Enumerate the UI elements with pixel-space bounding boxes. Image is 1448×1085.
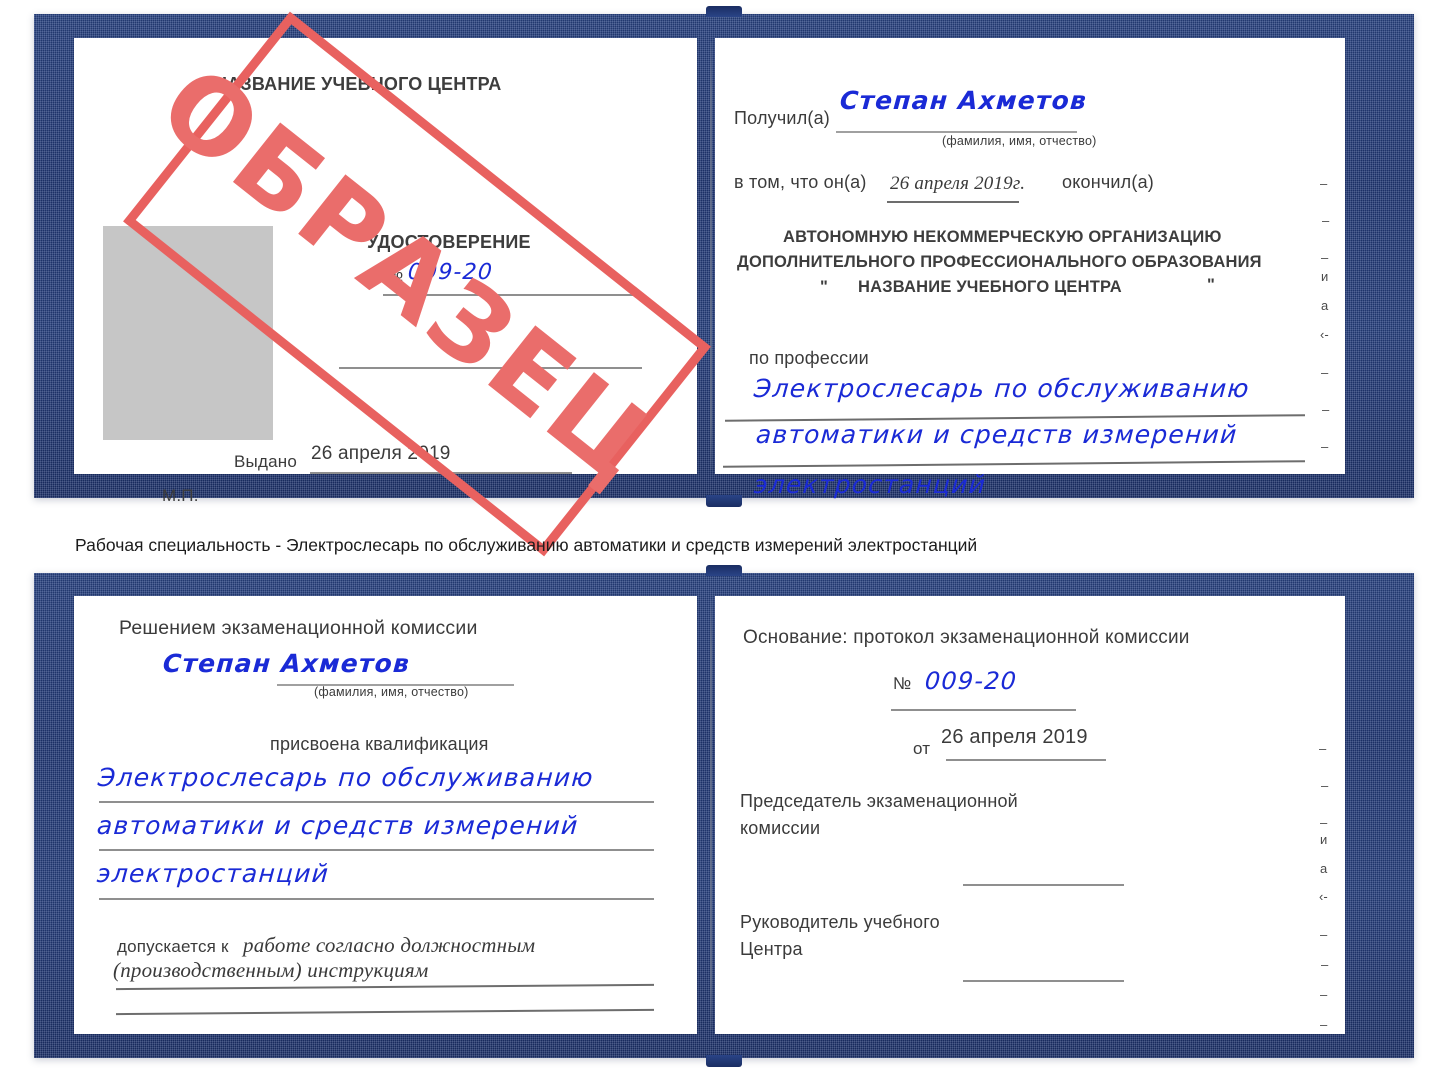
protocol-number-underline <box>891 709 1076 711</box>
edge-mark: – <box>1320 815 1328 830</box>
certificate-top-spine-line <box>710 42 712 470</box>
blank-line-middle <box>339 367 642 369</box>
photo-placeholder <box>103 226 273 440</box>
organization-quote-open: " <box>820 278 829 296</box>
number-underline <box>383 294 643 296</box>
received-name-value: Степан Ахметов <box>839 86 1089 115</box>
organization-quote-close: " <box>1207 276 1216 294</box>
protocol-number-value: 009-20 <box>924 667 1019 695</box>
edge-mark: – <box>1322 402 1330 417</box>
profession-underline-2 <box>723 460 1305 468</box>
organization-line-3: НАЗВАНИЕ УЧЕБНОГО ЦЕНТРА <box>858 278 1122 296</box>
spine-tab-bottom <box>706 565 742 576</box>
issued-underline <box>310 472 572 474</box>
graduate-name-hint: (фамилия, имя, отчество) <box>314 685 469 699</box>
profession-line-3: электростанций <box>753 470 988 499</box>
head-of-center-signature-line <box>963 980 1124 982</box>
certificate-bottom-right-page: Основание: протокол экзаменационной коми… <box>715 596 1345 1034</box>
edge-mark: – <box>1321 250 1329 265</box>
edge-mark: – <box>1321 778 1329 793</box>
head-of-center-line-1: Руководитель учебного <box>740 912 940 932</box>
protocol-date-label: от <box>913 739 931 758</box>
edge-mark: а <box>1320 861 1328 876</box>
qualification-underline-2 <box>99 849 654 851</box>
issued-date-value: 26 апреля 2019 <box>311 443 451 464</box>
that-he-she-label: в том, что он(а) <box>734 172 867 192</box>
received-label: Получил(а) <box>734 108 830 128</box>
document-type-label: УДОСТОВЕРЕНИЕ <box>367 232 531 252</box>
completion-date-value: 26 апреля 2019г. <box>890 173 1026 194</box>
qualification-underline-3 <box>99 898 654 900</box>
admitted-underline-2 <box>116 1008 654 1015</box>
qualification-label: присвоена квалификация <box>270 734 489 754</box>
certificate-top-right-page: Получил(а) Степан Ахметов (фамилия, имя,… <box>715 38 1345 499</box>
edge-mark: и <box>1321 269 1329 284</box>
qualification-line-2: автоматики и средств измерений <box>96 811 580 840</box>
edge-mark: и <box>1320 832 1328 847</box>
spine-tab-top <box>706 6 742 17</box>
edge-mark: – <box>1321 439 1329 454</box>
edge-mark: – <box>1321 365 1329 380</box>
profession-line-1: Электрослесарь по обслуживанию <box>753 374 1251 403</box>
basis-protocol-label: Основание: протокол экзаменационной коми… <box>743 627 1190 648</box>
chairman-line-1: Председатель экзаменационной <box>740 791 1018 811</box>
protocol-date-underline <box>946 759 1106 761</box>
certificate-bottom-spine-line <box>710 600 712 1030</box>
admitted-underline-1 <box>116 983 654 990</box>
issued-label: Выдано <box>234 452 297 471</box>
edge-mark: ‹- <box>1320 327 1329 342</box>
edge-mark: – <box>1322 213 1330 228</box>
edge-mark: ‹- <box>1319 889 1328 904</box>
graduate-name-value: Степан Ахметов <box>162 649 412 678</box>
image-caption: Рабочая специальность - Электрослесарь п… <box>75 535 978 555</box>
head-of-center-line-2: Центра <box>740 939 803 959</box>
edge-mark: – <box>1320 987 1328 1002</box>
profession-label: по профессии <box>749 348 869 368</box>
name-hint: (фамилия, имя, отчество) <box>942 134 1097 148</box>
certificate-top-left-page: НАЗВАНИЕ УЧЕБНОГО ЦЕНТРА УДОСТОВЕРЕНИЕ №… <box>74 38 697 505</box>
edge-mark: – <box>1319 741 1327 756</box>
edge-mark: – <box>1320 176 1328 191</box>
completion-date-underline <box>887 201 1019 203</box>
certificate-number-value: 009-20 <box>407 260 494 285</box>
edge-mark: – <box>1320 1017 1328 1032</box>
qualification-line-3: электростанций <box>96 859 331 888</box>
edge-mark: – <box>1320 927 1328 942</box>
certificate-bottom-left-page: Решением экзаменационной комиссии Степан… <box>74 596 697 1034</box>
protocol-number-symbol: № <box>893 674 912 693</box>
profession-line-2: автоматики и средств измерений <box>755 420 1239 449</box>
received-underline <box>836 131 1077 133</box>
edge-mark: – <box>1321 957 1329 972</box>
organization-line-1: АВТОНОМНУЮ НЕКОММЕРЧЕСКУЮ ОРГАНИЗАЦИЮ <box>783 228 1222 246</box>
qualification-underline-1 <box>99 801 654 803</box>
admitted-value-line-1: работе согласно должностным <box>243 933 536 957</box>
finished-label: окончил(а) <box>1062 172 1154 192</box>
organization-line-2: ДОПОЛНИТЕЛЬНОГО ПРОФЕССИОНАЛЬНОГО ОБРАЗО… <box>737 253 1262 271</box>
qualification-line-1: Электрослесарь по обслуживанию <box>97 763 595 792</box>
commission-decision-heading: Решением экзаменационной комиссии <box>119 617 478 639</box>
edge-mark: а <box>1321 298 1329 313</box>
training-center-heading: НАЗВАНИЕ УЧЕБНОГО ЦЕНТРА <box>214 74 502 94</box>
admitted-value-line-2: (производственным) инструкциям <box>113 958 429 982</box>
admitted-label: допускается к <box>117 937 229 956</box>
chairman-signature-line <box>963 884 1124 886</box>
seal-place-label: М.П. <box>162 486 199 505</box>
number-symbol: № <box>385 266 404 285</box>
protocol-date-value: 26 апреля 2019 <box>941 726 1088 748</box>
chairman-line-2: комиссии <box>740 818 821 838</box>
